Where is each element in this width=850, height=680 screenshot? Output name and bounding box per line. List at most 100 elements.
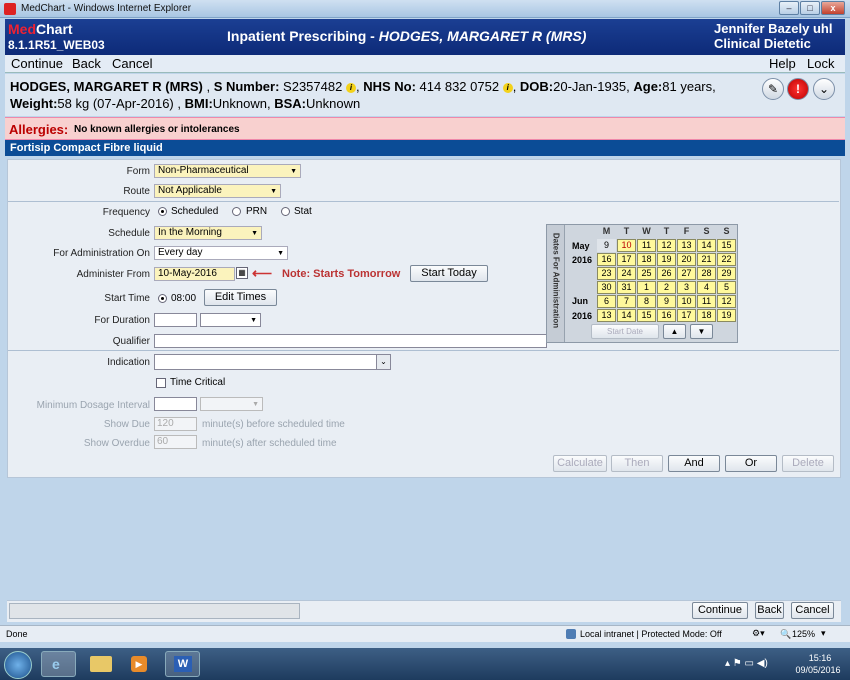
minimize-button[interactable]: – bbox=[779, 1, 799, 15]
calendar-day-cell[interactable]: 11 bbox=[697, 295, 716, 308]
edit-icon[interactable]: ✎ bbox=[762, 78, 784, 100]
schedule-select[interactable]: In the Morning ▼ bbox=[154, 226, 262, 240]
route-select[interactable]: Not Applicable ▼ bbox=[154, 184, 281, 198]
calendar-day-cell[interactable]: 31 bbox=[617, 281, 636, 294]
start-time-radio[interactable] bbox=[158, 294, 167, 303]
menu-lock[interactable]: Lock bbox=[807, 56, 834, 71]
start-button-icon[interactable] bbox=[4, 651, 32, 679]
calendar-day-cell[interactable]: 12 bbox=[657, 239, 676, 252]
menu-cancel[interactable]: Cancel bbox=[112, 56, 152, 71]
start-date-button[interactable]: Start Date bbox=[591, 324, 659, 339]
menu-continue[interactable]: Continue bbox=[11, 56, 63, 71]
min-dose-unit-select[interactable]: ▼ bbox=[200, 397, 263, 411]
min-dose-interval-input[interactable] bbox=[154, 397, 197, 411]
calendar-day-cell[interactable]: 17 bbox=[677, 309, 696, 322]
protected-icon[interactable]: ⚙▾ bbox=[752, 628, 765, 639]
weight-value: 58 kg (07-Apr-2016) bbox=[57, 96, 174, 111]
calendar-day-cell[interactable]: 3 bbox=[677, 281, 696, 294]
menu-help[interactable]: Help bbox=[769, 56, 796, 71]
start-today-button[interactable]: Start Today bbox=[410, 265, 488, 282]
alert-icon[interactable]: ! bbox=[787, 78, 809, 100]
calendar-day-cell[interactable]: 16 bbox=[597, 253, 616, 266]
tray-icons[interactable]: ▴ ⚑ ▭ ◀) bbox=[725, 658, 768, 669]
calendar-day-cell[interactable]: 15 bbox=[717, 239, 736, 252]
calendar-day-cell[interactable]: 19 bbox=[717, 309, 736, 322]
calendar-day-cell[interactable]: 15 bbox=[637, 309, 656, 322]
calendar-day-cell[interactable]: 18 bbox=[637, 253, 656, 266]
calendar-day-cell[interactable]: 17 bbox=[617, 253, 636, 266]
calendar-day-cell[interactable]: 13 bbox=[677, 239, 696, 252]
menu-back[interactable]: Back bbox=[72, 56, 101, 71]
calendar-day-cell[interactable]: 21 bbox=[697, 253, 716, 266]
calendar-day-cell[interactable]: 27 bbox=[677, 267, 696, 280]
logo-med: Med bbox=[8, 21, 36, 37]
calendar-day-cell[interactable]: 13 bbox=[597, 309, 616, 322]
calendar-day-cell[interactable]: 6 bbox=[597, 295, 616, 308]
info-icon[interactable]: i bbox=[502, 83, 513, 93]
calendar-day-cell[interactable]: 20 bbox=[677, 253, 696, 266]
time-critical-checkbox[interactable] bbox=[156, 378, 166, 388]
calendar-up-button[interactable]: ▲ bbox=[663, 324, 686, 339]
footer-back-button[interactable]: Back bbox=[755, 602, 784, 619]
calendar-icon[interactable]: ▦ bbox=[236, 267, 248, 279]
clock-time[interactable]: 15:16 bbox=[800, 653, 840, 663]
calendar-day-cell[interactable]: 8 bbox=[637, 295, 656, 308]
admin-on-select[interactable]: Every day ▼ bbox=[154, 246, 288, 260]
form-select[interactable]: Non-Pharmaceutical ▼ bbox=[154, 164, 301, 178]
freq-scheduled-radio[interactable] bbox=[158, 207, 167, 216]
edit-times-button[interactable]: Edit Times bbox=[204, 289, 277, 306]
calendar-day-cell[interactable]: 22 bbox=[717, 253, 736, 266]
calendar-day-cell[interactable]: 7 bbox=[617, 295, 636, 308]
freq-stat-radio[interactable] bbox=[281, 207, 290, 216]
calendar-day-cell[interactable]: 14 bbox=[697, 239, 716, 252]
close-button[interactable]: x bbox=[821, 1, 845, 15]
expand-chevron-icon[interactable]: ⌄ bbox=[813, 78, 835, 100]
calendar-day-cell[interactable]: 24 bbox=[617, 267, 636, 280]
zoom-level[interactable]: 125% bbox=[792, 629, 815, 639]
duration-input[interactable] bbox=[154, 313, 197, 327]
calendar-day-cell[interactable]: 9 bbox=[597, 239, 616, 252]
then-button[interactable]: Then bbox=[611, 455, 663, 472]
title-prefix: Inpatient Prescribing - bbox=[227, 28, 379, 44]
calendar-day-cell[interactable]: 26 bbox=[657, 267, 676, 280]
calendar-day-cell[interactable]: 11 bbox=[637, 239, 656, 252]
calendar-day-cell[interactable]: 5 bbox=[717, 281, 736, 294]
duration-unit-select[interactable]: ▼ bbox=[200, 313, 261, 327]
and-button[interactable]: And bbox=[668, 455, 720, 472]
calendar-day-cell[interactable]: 10 bbox=[617, 239, 636, 252]
indication-select[interactable]: ⌄ bbox=[154, 354, 391, 370]
show-due-input[interactable]: 120 bbox=[154, 417, 197, 431]
calendar-day-cell[interactable]: 9 bbox=[657, 295, 676, 308]
info-icon[interactable]: i bbox=[345, 83, 356, 93]
calendar-day-cell[interactable]: 16 bbox=[657, 309, 676, 322]
calendar-day-cell[interactable]: 18 bbox=[697, 309, 716, 322]
freq-prn-radio[interactable] bbox=[232, 207, 241, 216]
calendar-day-cell[interactable]: 23 bbox=[597, 267, 616, 280]
calendar-day-cell[interactable]: 25 bbox=[637, 267, 656, 280]
show-overdue-input[interactable]: 60 bbox=[154, 435, 197, 449]
calendar-day-cell[interactable]: 29 bbox=[717, 267, 736, 280]
or-button[interactable]: Or bbox=[725, 455, 777, 472]
footer-continue-button[interactable]: Continue bbox=[692, 602, 748, 619]
calendar-day-cell[interactable]: 19 bbox=[657, 253, 676, 266]
admin-from-input[interactable]: 10-May-2016 bbox=[154, 267, 235, 281]
qualifier-input[interactable] bbox=[154, 334, 547, 348]
calendar-day-cell[interactable]: 12 bbox=[717, 295, 736, 308]
calculate-button[interactable]: Calculate bbox=[553, 455, 607, 472]
calendar-side-label: Dates For Administration bbox=[547, 225, 565, 342]
show-overdue-label: Show Overdue bbox=[83, 438, 150, 449]
zoom-dropdown-icon[interactable]: ▾ bbox=[821, 628, 826, 639]
calendar-day-cell[interactable]: 4 bbox=[697, 281, 716, 294]
patient-name: HODGES, MARGARET R (MRS) bbox=[10, 79, 203, 94]
footer-cancel-button[interactable]: Cancel bbox=[791, 602, 834, 619]
maximize-button[interactable]: □ bbox=[800, 1, 820, 15]
clock-date[interactable]: 09/05/2016 bbox=[794, 665, 842, 675]
delete-button[interactable]: Delete bbox=[782, 455, 834, 472]
calendar-day-cell[interactable]: 1 bbox=[637, 281, 656, 294]
calendar-day-cell[interactable]: 10 bbox=[677, 295, 696, 308]
calendar-day-cell[interactable]: 2 bbox=[657, 281, 676, 294]
calendar-down-button[interactable]: ▼ bbox=[690, 324, 713, 339]
calendar-day-cell[interactable]: 28 bbox=[697, 267, 716, 280]
calendar-day-cell[interactable]: 14 bbox=[617, 309, 636, 322]
calendar-day-cell[interactable]: 30 bbox=[597, 281, 616, 294]
